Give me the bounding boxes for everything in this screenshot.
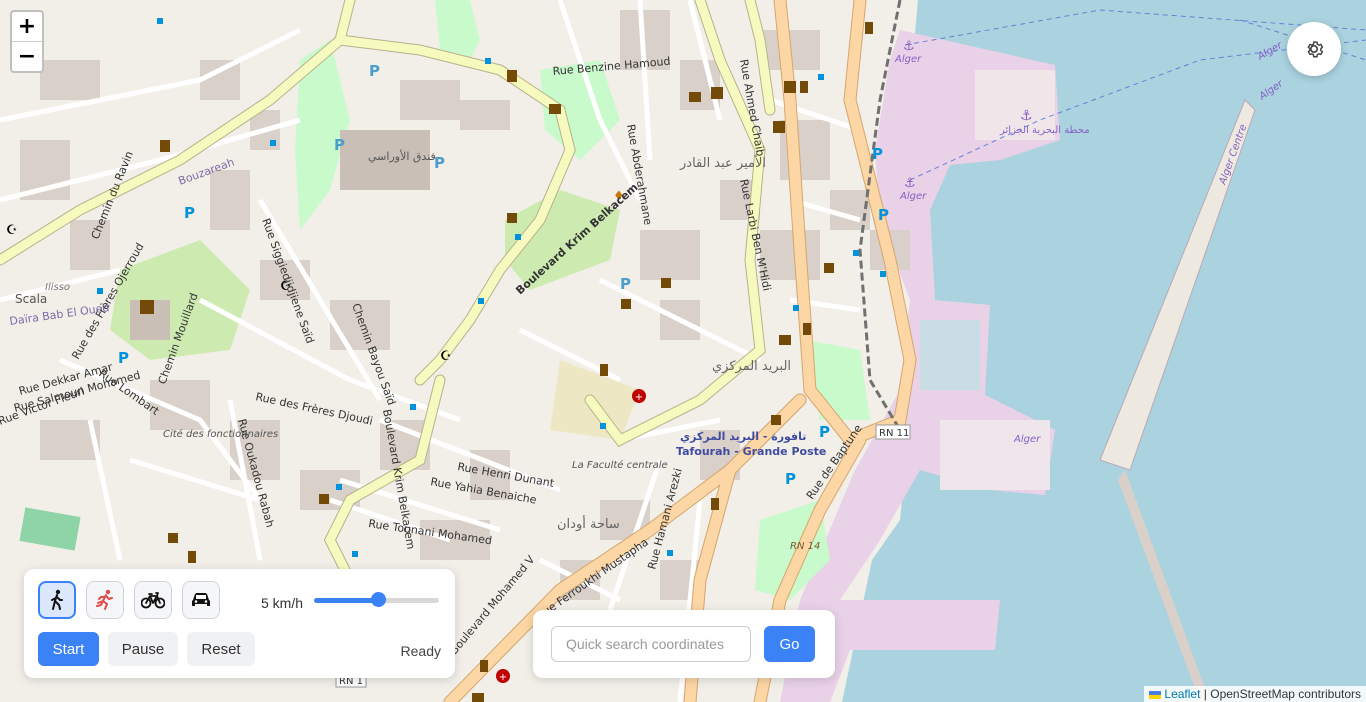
mode-car-button[interactable]: [182, 581, 220, 619]
svg-text:La Faculté centrale: La Faculté centrale: [572, 459, 668, 471]
attribution-separator: |: [1203, 687, 1207, 701]
settings-button[interactable]: [1287, 22, 1341, 76]
running-icon: [96, 589, 113, 610]
speed-value-label: 5 km/h: [261, 595, 304, 611]
svg-text:P: P: [785, 470, 796, 488]
coordinates-search-input[interactable]: [551, 626, 751, 662]
start-button[interactable]: Start: [38, 632, 99, 666]
svg-text:Cité des fonctionnaires: Cité des fonctionnaires: [163, 428, 278, 440]
svg-text:+: +: [635, 392, 643, 403]
svg-text:ساحة أودان: ساحة أودان: [557, 515, 620, 532]
car-icon: [192, 593, 210, 606]
walking-icon: [51, 589, 63, 610]
svg-text:محطة البحرية الجزائر: محطة البحرية الجزائر: [999, 125, 1090, 136]
speed-slider[interactable]: [314, 592, 439, 607]
osm-attribution-link[interactable]: OpenStreetMap contributors: [1210, 687, 1361, 701]
svg-text:☪: ☪: [440, 349, 452, 364]
svg-text:P: P: [872, 145, 883, 163]
svg-text:P: P: [878, 206, 889, 224]
dock-basin: [920, 320, 980, 390]
svg-text:Alger: Alger: [899, 191, 927, 202]
speed-slider-thumb[interactable]: [370, 592, 386, 607]
status-text: Ready: [400, 643, 441, 659]
svg-text:الأمير عبد القادر: الأمير عبد القادر: [679, 154, 766, 171]
svg-text:P: P: [620, 275, 631, 293]
go-button[interactable]: Go: [764, 626, 815, 662]
svg-text:فندق الأوراسي: فندق الأوراسي: [368, 149, 436, 163]
mode-run-button[interactable]: [86, 581, 124, 619]
svg-text:P: P: [184, 204, 195, 222]
zoom-out-button[interactable]: −: [12, 41, 42, 71]
zoom-control: + −: [10, 10, 44, 73]
map-attribution: Leaflet | OpenStreetMap contributors: [1144, 686, 1366, 702]
mode-walk-button[interactable]: [38, 581, 76, 619]
svg-text:⚓: ⚓: [1020, 108, 1033, 124]
quick-search-panel: Go: [533, 610, 835, 678]
svg-text:RN 14: RN 14: [790, 541, 820, 552]
svg-text:Alger: Alger: [894, 54, 922, 65]
svg-text:P: P: [369, 62, 380, 80]
zoom-in-button[interactable]: +: [12, 12, 42, 41]
svg-text:البريد المركزي: البريد المركزي: [712, 359, 791, 374]
svg-text:P: P: [819, 423, 830, 441]
svg-text:Tafourah - Grande Poste: Tafourah - Grande Poste: [676, 445, 826, 458]
ukraine-flag-icon: [1149, 687, 1162, 701]
reset-button[interactable]: Reset: [187, 632, 255, 666]
svg-text:⚓: ⚓: [903, 39, 915, 54]
svg-text:Ilisso: Ilisso: [45, 282, 70, 293]
gear-icon: [1307, 41, 1324, 58]
simulation-control-panel: 5 km/h Start Pause Reset Ready: [24, 569, 455, 678]
leaflet-link[interactable]: Leaflet: [1164, 687, 1200, 701]
svg-text:Scala: Scala: [15, 292, 47, 306]
svg-text:⚓: ⚓: [904, 176, 916, 191]
pier-central: [940, 420, 1050, 490]
svg-text:تافورة - البريد المركزي: تافورة - البريد المركزي: [680, 430, 806, 443]
svg-text:RN 11: RN 11: [879, 428, 909, 439]
svg-text:+: +: [499, 672, 507, 683]
castle-icon: [140, 300, 154, 314]
svg-text:Alger: Alger: [1013, 434, 1041, 445]
pause-button[interactable]: Pause: [108, 632, 178, 666]
bicycle-icon: [141, 592, 165, 609]
svg-text:☪: ☪: [6, 223, 18, 238]
mode-bike-button[interactable]: [134, 581, 172, 619]
speed-slider-fill: [314, 598, 378, 603]
svg-text:P: P: [334, 136, 345, 154]
svg-text:P: P: [118, 349, 129, 367]
